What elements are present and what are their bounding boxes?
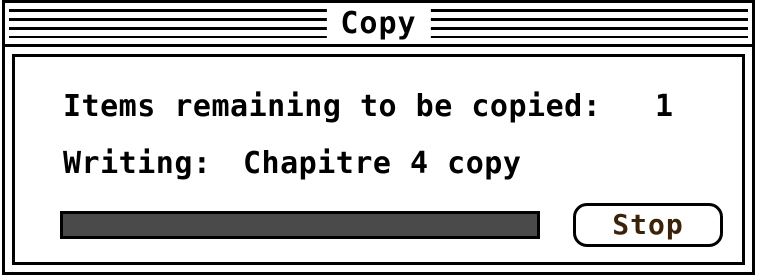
items-remaining-label: Items remaining to be copied: bbox=[63, 89, 602, 124]
writing-file-name: Chapitre 4 copy bbox=[243, 146, 522, 181]
copy-dialog: Copy Items remaining to be copied: 1 Wri… bbox=[2, 0, 755, 275]
window-title: Copy bbox=[326, 6, 431, 42]
dialog-content: Items remaining to be copied: 1 Writing:… bbox=[12, 54, 745, 265]
writing-label: Writing: bbox=[63, 146, 212, 181]
stop-button[interactable]: Stop bbox=[573, 203, 723, 247]
title-bar[interactable]: Copy bbox=[5, 3, 752, 47]
progress-bar-fill bbox=[63, 214, 537, 236]
items-remaining-count: 1 bbox=[655, 89, 674, 124]
copy-progress-bar bbox=[60, 211, 540, 239]
